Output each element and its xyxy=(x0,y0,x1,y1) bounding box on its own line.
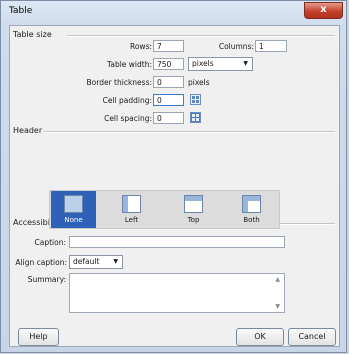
dialog-client-area: Table size Rows: 7 Columns: 1 Table widt… xyxy=(9,25,340,347)
header-option-label: Top xyxy=(187,216,200,224)
cell-padding-input[interactable]: 0 xyxy=(153,94,184,106)
table-size-section-label: Table size xyxy=(13,30,52,39)
chevron-down-icon: ▼ xyxy=(243,60,248,67)
cell-spacing-icon xyxy=(190,112,201,123)
header-section-label: Header xyxy=(13,126,43,135)
scroll-down-icon[interactable]: ▼ xyxy=(275,303,280,310)
columns-label: Columns: xyxy=(218,42,254,51)
cell-padding-icon xyxy=(190,94,201,105)
align-caption-value: default xyxy=(73,257,100,266)
border-thickness-label: Border thickness: xyxy=(86,78,152,87)
align-caption-select[interactable]: default ▼ xyxy=(69,255,123,269)
border-unit-label: pixels xyxy=(188,78,210,87)
header-option-both[interactable]: Both xyxy=(229,191,274,228)
close-button[interactable]: x xyxy=(304,2,343,19)
header-option-label: Left xyxy=(124,216,139,224)
caption-input[interactable] xyxy=(69,236,285,248)
columns-input[interactable]: 1 xyxy=(255,40,287,52)
caption-label: Caption: xyxy=(34,238,67,247)
header-divider xyxy=(44,131,335,133)
cell-padding-label: Cell padding: xyxy=(102,96,152,105)
chevron-down-icon: ▼ xyxy=(113,258,118,265)
table-both-header-icon xyxy=(242,195,261,213)
header-option-top[interactable]: Top xyxy=(171,191,216,228)
ok-button[interactable]: OK xyxy=(236,328,284,346)
cell-spacing-input[interactable]: 0 xyxy=(153,112,184,124)
align-caption-label: Align caption: xyxy=(15,258,67,267)
table-left-header-icon xyxy=(122,195,141,213)
header-options-bar: None Left Top Both xyxy=(49,190,280,229)
table-top-header-icon xyxy=(184,195,203,213)
border-thickness-input[interactable]: 0 xyxy=(153,76,184,88)
header-option-left[interactable]: Left xyxy=(109,191,154,228)
help-button[interactable]: Help xyxy=(18,328,59,346)
header-option-label: Both xyxy=(243,216,260,224)
cancel-button[interactable]: Cancel xyxy=(288,328,336,346)
rows-label: Rows: xyxy=(129,42,152,51)
width-unit-value: pixels xyxy=(192,59,214,68)
header-option-label: None xyxy=(64,216,83,224)
width-unit-select[interactable]: pixels ▼ xyxy=(188,57,253,71)
dialog-title: Table xyxy=(9,6,33,16)
table-width-input[interactable]: 750 xyxy=(153,58,184,70)
summary-label: Summary: xyxy=(27,275,66,284)
cell-spacing-label: Cell spacing: xyxy=(104,114,152,123)
scroll-up-icon[interactable]: ▲ xyxy=(275,276,280,283)
table-none-icon xyxy=(64,195,83,213)
header-option-none[interactable]: None xyxy=(51,191,96,228)
table-width-label: Table width: xyxy=(107,60,152,69)
table-dialog-window: Table x Table size Rows: 7 Columns: 1 Ta… xyxy=(0,0,347,353)
summary-textarea[interactable]: ▲ ▼ xyxy=(69,273,285,313)
rows-input[interactable]: 7 xyxy=(153,40,184,52)
close-icon: x xyxy=(320,4,327,15)
table-size-divider xyxy=(67,35,335,37)
